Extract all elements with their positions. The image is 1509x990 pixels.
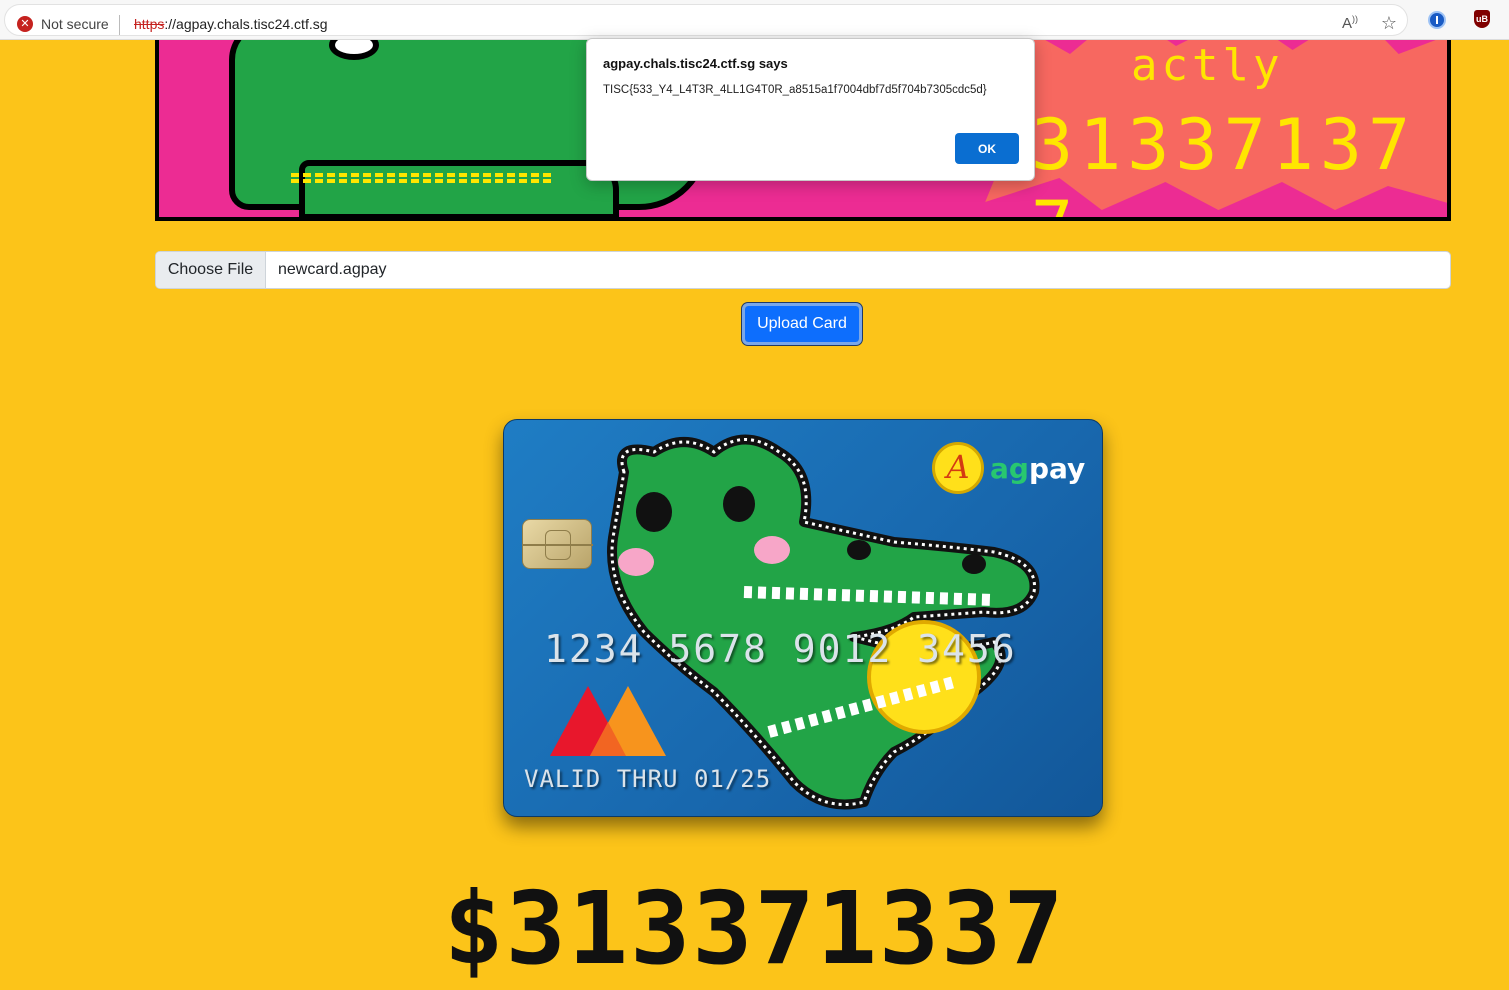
dialog-title: agpay.chals.tisc24.ctf.sg says xyxy=(603,56,788,71)
password-manager-icon[interactable] xyxy=(1428,11,1446,29)
card-valid-thru: VALID THRU 01/25 xyxy=(524,765,772,793)
selected-file-name: newcard.agpay xyxy=(278,261,387,278)
url-scheme: https xyxy=(134,16,165,32)
choose-file-button[interactable]: Choose File xyxy=(156,252,266,288)
address-bar[interactable]: ✕ Not secure https://agpay.chals.tisc24.… xyxy=(4,4,1408,36)
card-number: 1234 5678 9012 3456 xyxy=(544,627,1017,671)
ublock-icon[interactable]: uB xyxy=(1474,10,1490,28)
banner-text-line2: 31337137 7 xyxy=(1031,104,1417,217)
banner-text-line1: actly xyxy=(1131,40,1284,91)
agpay-brand: agpay xyxy=(990,452,1085,485)
dialog-ok-button[interactable]: OK xyxy=(955,133,1019,164)
dialog-message: TISC{533_Y4_L4T3R_4LL1G4T0R_a8515a1f7004… xyxy=(603,84,987,96)
browser-toolbar: ✕ Not secure https://agpay.chals.tisc24.… xyxy=(0,0,1509,40)
url-text[interactable]: https://agpay.chals.tisc24.ctf.sg xyxy=(134,16,328,32)
card-chip xyxy=(522,519,593,569)
alert-dialog: agpay.chals.tisc24.ctf.sg says TISC{533_… xyxy=(586,38,1035,181)
url-host: ://agpay.chals.tisc24.ctf.sg xyxy=(164,16,328,32)
upload-card-button[interactable]: Upload Card xyxy=(742,303,862,345)
read-aloud-icon[interactable]: A)) xyxy=(1339,14,1361,34)
banner-croc-tail xyxy=(299,160,619,217)
agpay-card: A agpay 1234 5678 9012 3456 VALID THRU 0… xyxy=(503,419,1103,817)
not-secure-icon[interactable]: ✕ xyxy=(17,16,33,32)
card-network-logo-icon xyxy=(550,686,666,756)
brand-suffix: pay xyxy=(1028,452,1086,485)
file-input[interactable]: Choose File newcard.agpay xyxy=(155,251,1451,289)
address-separator xyxy=(119,15,120,35)
balance-amount: $313371337 xyxy=(443,870,1066,987)
banner-gold-chain xyxy=(291,173,551,183)
brand-prefix: ag xyxy=(990,452,1029,485)
agpay-logo-icon: A xyxy=(932,442,984,494)
security-status[interactable]: Not secure xyxy=(41,16,109,32)
favorite-star-icon[interactable]: ☆ xyxy=(1378,13,1400,35)
